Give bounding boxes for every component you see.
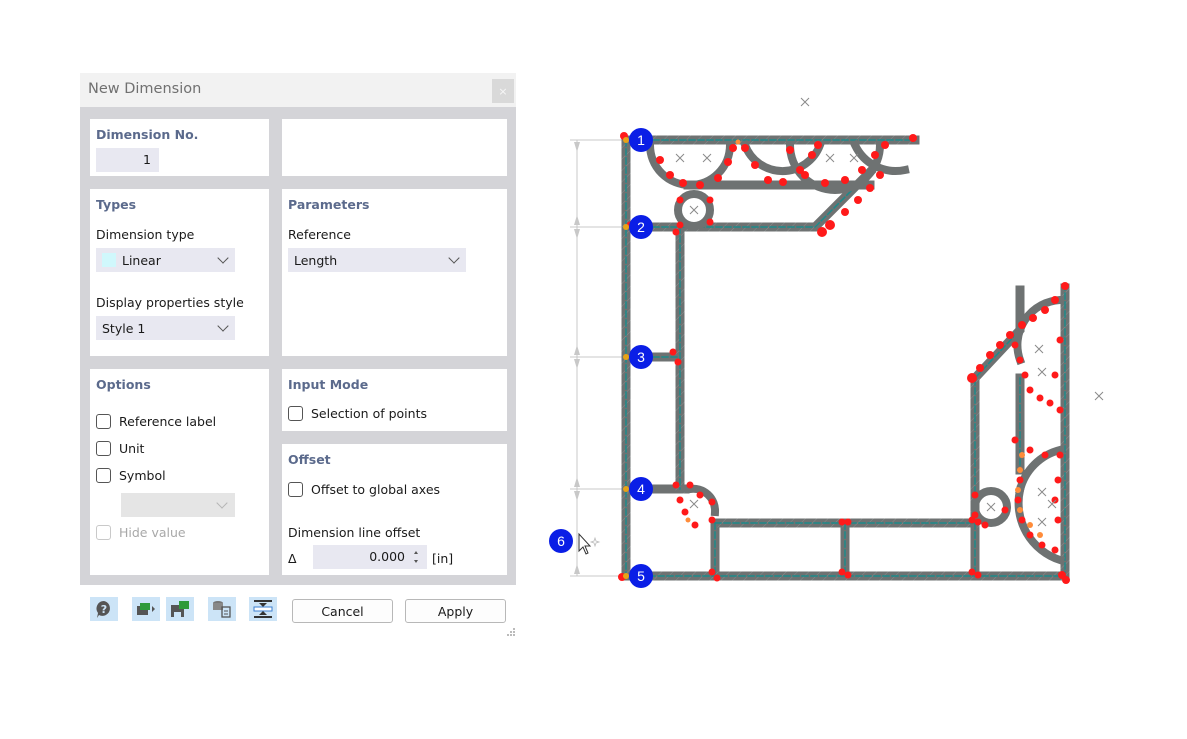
new-dimension-dialog: New Dimension × Dimension No. 1 Types Di… <box>80 73 516 637</box>
offset-global-axes-checkbox[interactable]: Offset to global axes <box>288 482 440 497</box>
dimension-line-offset-label: Dimension line offset <box>288 525 421 540</box>
point-badge-3[interactable]: 3 <box>629 345 653 369</box>
display-style-label: Display properties style <box>96 295 244 310</box>
title-bar[interactable]: New Dimension × <box>80 73 516 107</box>
dialog-footer: ? Cancel Apply <box>80 585 516 637</box>
input-mode-title: Input Mode <box>288 377 369 392</box>
spin-up-icon[interactable] <box>414 551 418 554</box>
input-mode-panel: Input Mode Selection of points <box>282 369 507 431</box>
close-icon: × <box>498 84 508 98</box>
chevron-down-icon <box>448 252 460 264</box>
copy-to-clipboard-icon <box>213 601 231 618</box>
spin-buttons[interactable] <box>412 545 420 569</box>
hide-value-checkbox-label: Hide value <box>119 525 186 540</box>
help-icon: ? <box>96 601 110 618</box>
dialog-title: New Dimension <box>88 81 202 97</box>
symbol-checkbox[interactable]: Symbol <box>96 468 166 483</box>
help-button[interactable]: ? <box>90 597 118 621</box>
hide-value-checkbox: Hide value <box>96 525 186 540</box>
members <box>621 135 1070 581</box>
offset-global-axes-label: Offset to global axes <box>311 482 441 497</box>
reference-label: Reference <box>288 227 351 242</box>
offset-panel: Offset Offset to global axes Dimension l… <box>282 444 507 575</box>
dialog-body: Dimension No. 1 Types Dimension type Lin… <box>80 107 516 585</box>
point-badge-4[interactable]: 4 <box>629 477 653 501</box>
point-badge-2[interactable]: 2 <box>629 215 653 239</box>
reference-value: Length <box>294 252 338 268</box>
chevron-down-icon <box>217 252 229 264</box>
point-badge-6[interactable]: 6 <box>549 529 573 553</box>
dimension-no-title: Dimension No. <box>96 127 199 142</box>
empty-panel <box>282 119 507 176</box>
chevron-down-icon <box>217 320 229 332</box>
options-title: Options <box>96 377 151 392</box>
dimension-type-label: Dimension type <box>96 227 195 242</box>
reference-label-checkbox-label: Reference label <box>119 414 217 429</box>
options-panel: Options Reference label Unit Symbol Hide… <box>90 369 269 575</box>
cancel-button[interactable]: Cancel <box>292 599 393 623</box>
unit-checkbox[interactable]: Unit <box>96 441 144 456</box>
dimension-line-button[interactable] <box>249 597 277 621</box>
checkbox-box[interactable] <box>96 441 111 456</box>
parameters-title: Parameters <box>288 197 370 212</box>
point-badge-1[interactable]: 1 <box>629 128 653 152</box>
dimension-type-value: Linear <box>122 252 161 268</box>
snap-sparkle-icon <box>589 536 601 548</box>
checkbox-box <box>96 525 111 540</box>
svg-text:?: ? <box>101 603 107 616</box>
apply-button[interactable]: Apply <box>405 599 506 623</box>
dimension-type-select[interactable]: Linear <box>96 248 235 272</box>
dimension-no-panel: Dimension No. 1 <box>90 119 269 176</box>
parameters-panel: Parameters Reference Length <box>282 189 507 356</box>
dimension-line-icon <box>253 600 273 618</box>
dimension-line-offset-input[interactable]: 0.000 <box>313 545 427 569</box>
unit-checkbox-label: Unit <box>119 441 145 456</box>
spin-down-icon[interactable] <box>414 560 418 563</box>
checkbox-box[interactable] <box>96 414 111 429</box>
reference-select[interactable]: Length <box>288 248 466 272</box>
checkbox-box[interactable] <box>96 468 111 483</box>
copy-button[interactable] <box>208 597 236 621</box>
selection-of-points-label: Selection of points <box>311 406 427 421</box>
model-canvas[interactable]: 1 2 3 4 5 6 <box>540 80 1180 620</box>
dimension-type-color-swatch <box>102 253 116 267</box>
save-icon <box>171 601 189 617</box>
chevron-down-icon <box>216 497 228 509</box>
symbol-select <box>121 493 235 517</box>
close-button[interactable]: × <box>492 79 514 103</box>
types-title: Types <box>96 197 137 212</box>
types-panel: Types Dimension type Linear Display prop… <box>90 189 269 356</box>
dimension-no-input[interactable]: 1 <box>96 148 159 172</box>
symbol-checkbox-label: Symbol <box>119 468 166 483</box>
checkbox-box[interactable] <box>288 482 303 497</box>
offset-unit: [in] <box>432 551 454 566</box>
import-button[interactable] <box>132 597 160 621</box>
import-icon <box>137 603 155 615</box>
dimension-lines <box>570 139 626 577</box>
resize-grip-icon[interactable] <box>506 627 516 637</box>
save-button[interactable] <box>166 597 194 621</box>
delta-symbol: Δ <box>288 551 297 566</box>
checkbox-box[interactable] <box>288 406 303 421</box>
reference-label-checkbox[interactable]: Reference label <box>96 414 216 429</box>
offset-title: Offset <box>288 452 331 467</box>
point-badge-5[interactable]: 5 <box>629 564 653 588</box>
display-style-select[interactable]: Style 1 <box>96 316 235 340</box>
mouse-cursor-icon <box>578 532 592 555</box>
display-style-value: Style 1 <box>102 320 146 336</box>
selection-of-points-checkbox[interactable]: Selection of points <box>288 406 427 421</box>
